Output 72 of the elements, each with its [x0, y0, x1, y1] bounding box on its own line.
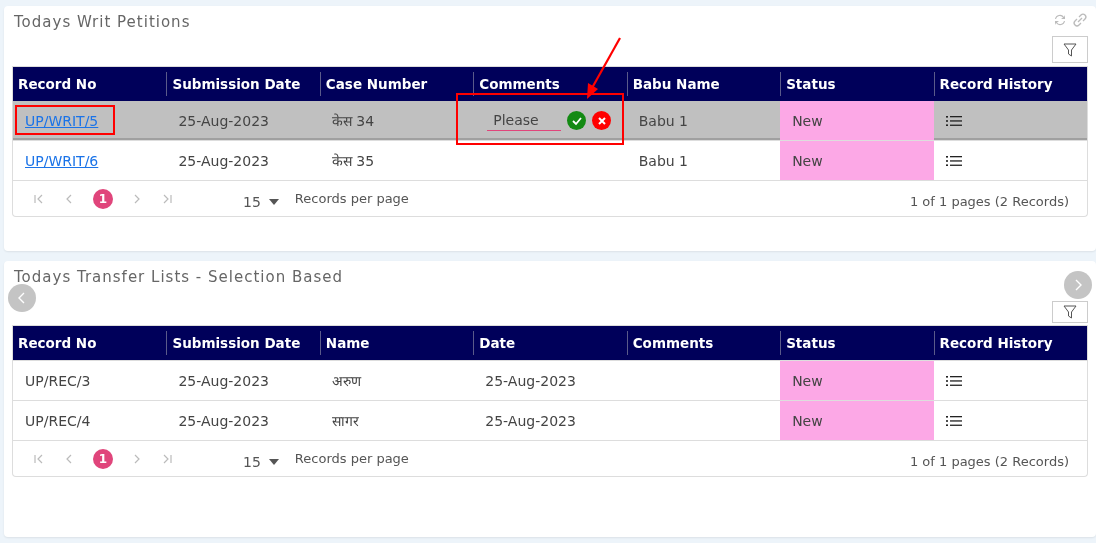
- caret-icon: [268, 458, 279, 465]
- page-button[interactable]: 1: [93, 188, 113, 209]
- page-size-label: Records per page: [294, 451, 409, 466]
- status-label: New: [792, 372, 823, 389]
- check-icon: [571, 115, 582, 126]
- table-cell: UP/REC/3: [25, 372, 91, 389]
- column-header[interactable]: Record No: [13, 72, 167, 96]
- list-icon[interactable]: [945, 374, 962, 387]
- column-header[interactable]: Status: [780, 72, 934, 96]
- table-row[interactable]: UP/REC/3 25-Aug-2023 अरुण 25-Aug-2023 New: [13, 360, 1087, 400]
- table-cell: Babu 1: [638, 152, 688, 169]
- page-size-dropdown[interactable]: 15: [243, 447, 279, 470]
- column-header[interactable]: Comments: [626, 331, 781, 355]
- table-row[interactable]: UP/REC/4 25-Aug-2023 सागर 25-Aug-2023 New: [13, 400, 1087, 440]
- page-button[interactable]: 1: [93, 448, 113, 469]
- list-icon[interactable]: [945, 414, 962, 427]
- column-header[interactable]: Submission Date: [166, 72, 320, 96]
- table-cell-text: अरुण: [331, 372, 361, 390]
- confirm-button[interactable]: [567, 111, 587, 130]
- list-icon[interactable]: [945, 154, 962, 167]
- page-summary: 1 of 1 pages (2 Records): [909, 453, 1069, 469]
- carousel-prev-button[interactable]: [8, 284, 36, 312]
- table-cell: 25-Aug-2023: [485, 412, 576, 429]
- panel-title: Todays Transfer Lists - Selection Based: [13, 267, 343, 285]
- page-size-label: Records per page: [294, 191, 409, 206]
- first-page-icon[interactable]: [33, 452, 45, 465]
- page-summary: 1 of 1 pages (2 Records): [909, 193, 1069, 209]
- status-label: New: [792, 412, 823, 429]
- table-cell-text: सागर: [331, 412, 359, 430]
- list-icon[interactable]: [945, 114, 962, 127]
- status-label: New: [792, 152, 823, 169]
- filter-icon: [1063, 305, 1077, 319]
- comment-field[interactable]: Please: [487, 110, 562, 131]
- first-page-icon[interactable]: [33, 192, 45, 205]
- panel-title: Todays Writ Petitions: [13, 12, 191, 30]
- column-header[interactable]: Record No: [13, 331, 167, 355]
- table-cell: UP/REC/4: [25, 412, 91, 429]
- record-link[interactable]: UP/WRIT/6: [25, 152, 99, 169]
- column-header[interactable]: Comments: [473, 72, 627, 96]
- column-header[interactable]: Babu Name: [626, 72, 781, 96]
- table-row[interactable]: UP/WRIT/6 25-Aug-2023 केस 35 Babu 1 New: [13, 140, 1087, 180]
- column-header[interactable]: Record History: [933, 331, 1087, 355]
- column-header[interactable]: Status: [780, 331, 934, 355]
- table-cell-text: केस 35: [331, 152, 375, 170]
- status-label: New: [792, 112, 823, 129]
- page-size-dropdown[interactable]: 15: [243, 187, 279, 210]
- column-header[interactable]: Record History: [933, 72, 1087, 96]
- chevron-left-icon: [17, 292, 27, 304]
- table-cell: 25-Aug-2023: [485, 372, 576, 389]
- table-cell: 25-Aug-2023: [178, 372, 269, 389]
- link-icon[interactable]: [1072, 12, 1088, 28]
- table-cell: 25-Aug-2023: [178, 152, 269, 169]
- column-header[interactable]: Case Number: [319, 72, 474, 96]
- table-row[interactable]: UP/WRIT/5 25-Aug-2023 केस 34 Please Babu 1 New: [13, 101, 1087, 140]
- filter-button[interactable]: [1052, 36, 1088, 63]
- table-cell: 25-Aug-2023: [178, 112, 269, 129]
- column-header[interactable]: Name: [319, 331, 474, 355]
- column-header[interactable]: Submission Date: [166, 331, 320, 355]
- caret-icon: [268, 198, 279, 205]
- close-icon: [596, 115, 607, 126]
- annotation-arrow: [584, 36, 624, 102]
- table-cell: 25-Aug-2023: [178, 412, 269, 429]
- table-cell-text: केस 34: [331, 112, 375, 130]
- filter-icon: [1063, 42, 1077, 57]
- last-page-icon[interactable]: [161, 192, 173, 205]
- table-cell: Babu 1: [638, 112, 688, 129]
- cancel-button[interactable]: [592, 111, 612, 130]
- refresh-icon[interactable]: [1052, 12, 1068, 28]
- column-header[interactable]: Date: [473, 331, 627, 355]
- chevron-right-icon: [1073, 279, 1083, 291]
- last-page-icon[interactable]: [161, 452, 173, 465]
- filter-button[interactable]: [1052, 301, 1088, 323]
